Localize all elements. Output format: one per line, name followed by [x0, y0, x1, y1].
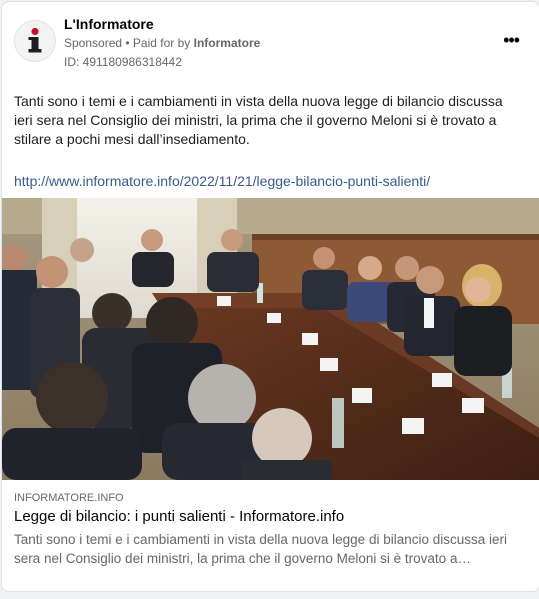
post-link[interactable]: http://www.informatore.info/2022/11/21/l…: [14, 173, 430, 189]
link-preview-title[interactable]: Legge di bilancio: i punti salienti - In…: [14, 508, 344, 525]
post-text: Tanti sono i temi e i cambiamenti in vis…: [14, 93, 503, 147]
page-name[interactable]: L'Informatore: [64, 16, 154, 32]
link-preview-description: Tanti sono i temi e i cambiamenti in vis…: [14, 530, 514, 568]
link-preview[interactable]: INFORMATORE.INFO Legge di bilancio: i pu…: [2, 480, 539, 591]
paid-for-name[interactable]: Informatore: [194, 36, 261, 50]
sponsored-meta: Sponsored • Paid for by Informatore: [64, 36, 260, 50]
link-preview-domain: INFORMATORE.INFO: [14, 492, 124, 504]
info-i-icon: [28, 27, 42, 53]
more-options-icon[interactable]: •••: [503, 30, 520, 51]
paid-for-prefix: • Paid for by: [122, 36, 194, 50]
post-header: L'Informatore Sponsored • Paid for by In…: [2, 2, 539, 82]
sponsored-post-card: L'Informatore Sponsored • Paid for by In…: [1, 1, 539, 592]
page-avatar[interactable]: [14, 20, 56, 62]
link-preview-description-text: Tanti sono i temi e i cambiamenti in vis…: [14, 532, 508, 566]
ad-id: ID: 491180986318442: [64, 55, 182, 69]
post-photo[interactable]: [2, 198, 539, 480]
sponsored-label[interactable]: Sponsored: [64, 36, 122, 50]
